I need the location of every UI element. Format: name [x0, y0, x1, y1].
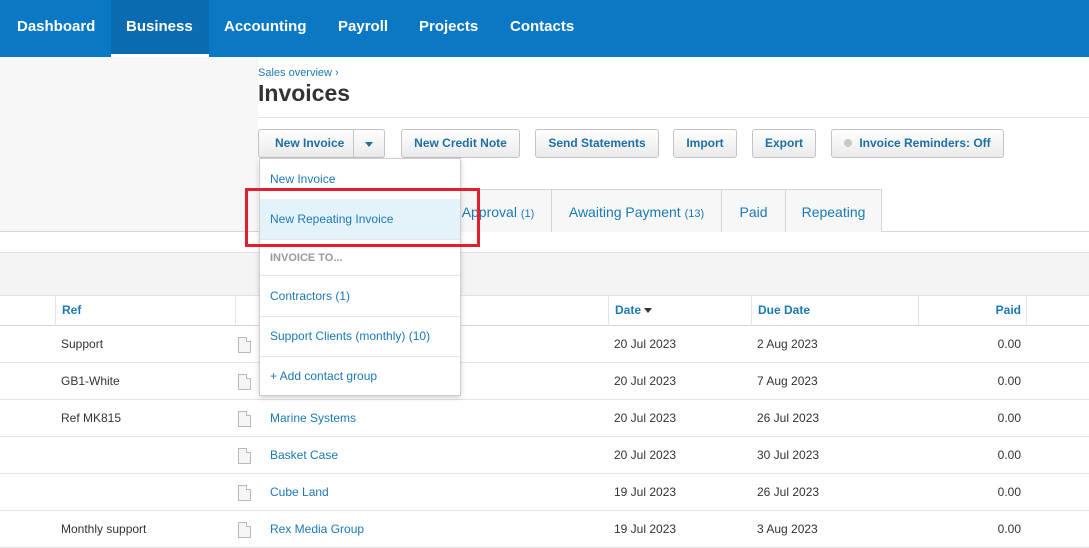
tab-awaiting-payment-label: Awaiting Payment [568, 204, 681, 220]
nav-dashboard[interactable]: Dashboard [2, 0, 110, 57]
row-due-date: 30 Jul 2023 [757, 448, 820, 462]
status-dot-icon [844, 139, 853, 147]
document-icon [238, 485, 251, 501]
tab-awaiting-payment-count: (13) [684, 208, 705, 220]
top-nav: Dashboard Business Accounting Payroll Pr… [0, 0, 1089, 57]
table-row[interactable]: Support 20 Jul 2023 2 Aug 2023 0.00 [0, 326, 1089, 363]
export-button[interactable]: Export [752, 129, 816, 158]
search-band [0, 252, 1089, 296]
row-paid: 0.00 [997, 485, 1021, 499]
document-icon [238, 448, 251, 464]
row-due-date: 7 Aug 2023 [757, 374, 818, 388]
tab-repeating-label: Repeating [801, 204, 866, 220]
row-to[interactable]: Basket Case [270, 437, 338, 474]
row-due-date: 26 Jul 2023 [757, 485, 820, 499]
row-date: 20 Jul 2023 [614, 337, 677, 351]
table-header: Ref Date Due Date Paid [0, 296, 1089, 326]
row-paid: 0.00 [997, 374, 1021, 388]
row-date: 20 Jul 2023 [614, 374, 677, 388]
nav-business[interactable]: Business [111, 0, 209, 57]
menu-item-contractors[interactable]: Contractors (1) [260, 276, 460, 316]
page-title: Invoices [258, 80, 351, 106]
menu-item-add-contact-group[interactable]: + Add contact group [260, 357, 460, 395]
tab-paid[interactable]: Paid [721, 189, 786, 232]
tab-awaiting-payment[interactable]: Awaiting Payment (13) [551, 189, 722, 232]
nav-contacts[interactable]: Contacts [495, 0, 589, 57]
row-to[interactable]: Marine Systems [270, 400, 356, 437]
row-ref: Support [61, 337, 104, 351]
row-due-date: 2 Aug 2023 [757, 337, 818, 351]
new-invoice-dropdown-toggle[interactable] [353, 130, 384, 157]
row-date: 19 Jul 2023 [614, 485, 677, 499]
nav-payroll[interactable]: Payroll [323, 0, 403, 57]
invoice-reminders-label: Invoice Reminders: Off [859, 136, 991, 150]
row-paid: 0.00 [997, 448, 1021, 462]
document-icon [238, 337, 251, 353]
highlight-annotation [245, 188, 480, 247]
column-date[interactable]: Date [608, 296, 752, 326]
sort-desc-icon [644, 308, 653, 313]
tab-approval-count: (1) [520, 208, 535, 220]
row-ref: Ref MK815 [61, 411, 122, 425]
table-row[interactable]: Ref MK815 Marine Systems 20 Jul 2023 26 … [0, 400, 1089, 437]
nav-accounting[interactable]: Accounting [209, 0, 322, 57]
import-button[interactable]: Import [673, 129, 737, 158]
column-date-label: Date [615, 303, 642, 317]
left-background [0, 57, 258, 232]
new-invoice-label: New Invoice [275, 136, 345, 150]
tab-paid-label: Paid [739, 204, 768, 220]
row-paid: 0.00 [997, 411, 1021, 425]
column-extra [1026, 296, 1089, 326]
row-ref: GB1-White [61, 374, 120, 388]
table-row[interactable]: GB1-White 20 Jul 2023 7 Aug 2023 0.00 [0, 363, 1089, 400]
new-credit-note-button[interactable]: New Credit Note [401, 129, 520, 158]
row-date: 19 Jul 2023 [614, 522, 677, 536]
table-row[interactable]: Monthly support Rex Media Group 19 Jul 2… [0, 511, 1089, 548]
breadcrumb[interactable]: Sales overview › [258, 67, 339, 79]
column-due-date[interactable]: Due Date [751, 296, 919, 326]
table-row[interactable]: Basket Case 20 Jul 2023 30 Jul 2023 0.00 [0, 437, 1089, 474]
document-icon [238, 374, 251, 390]
title-divider [258, 117, 1089, 118]
menu-item-support-clients[interactable]: Support Clients (monthly) (10) [260, 317, 460, 356]
row-date: 20 Jul 2023 [614, 411, 677, 425]
invoice-reminders-button[interactable]: Invoice Reminders: Off [831, 129, 1004, 158]
document-icon [238, 411, 251, 427]
send-statements-button[interactable]: Send Statements [535, 129, 659, 158]
row-to[interactable]: Cube Land [270, 474, 329, 511]
document-icon [238, 522, 251, 538]
table-row[interactable]: Cube Land 19 Jul 2023 26 Jul 2023 0.00 [0, 474, 1089, 511]
column-paid[interactable]: Paid [918, 296, 1027, 326]
row-paid: 0.00 [997, 337, 1021, 351]
row-date: 20 Jul 2023 [614, 448, 677, 462]
row-to[interactable]: Rex Media Group [270, 511, 364, 548]
row-paid: 0.00 [997, 522, 1021, 536]
nav-projects[interactable]: Projects [404, 0, 493, 57]
row-due-date: 26 Jul 2023 [757, 411, 820, 425]
row-ref: Monthly support [61, 522, 147, 536]
row-due-date: 3 Aug 2023 [757, 522, 818, 536]
column-ref[interactable]: Ref [55, 296, 235, 326]
tab-repeating[interactable]: Repeating [785, 189, 882, 232]
chevron-down-icon [365, 142, 373, 147]
new-invoice-button[interactable]: New Invoice [258, 129, 385, 158]
